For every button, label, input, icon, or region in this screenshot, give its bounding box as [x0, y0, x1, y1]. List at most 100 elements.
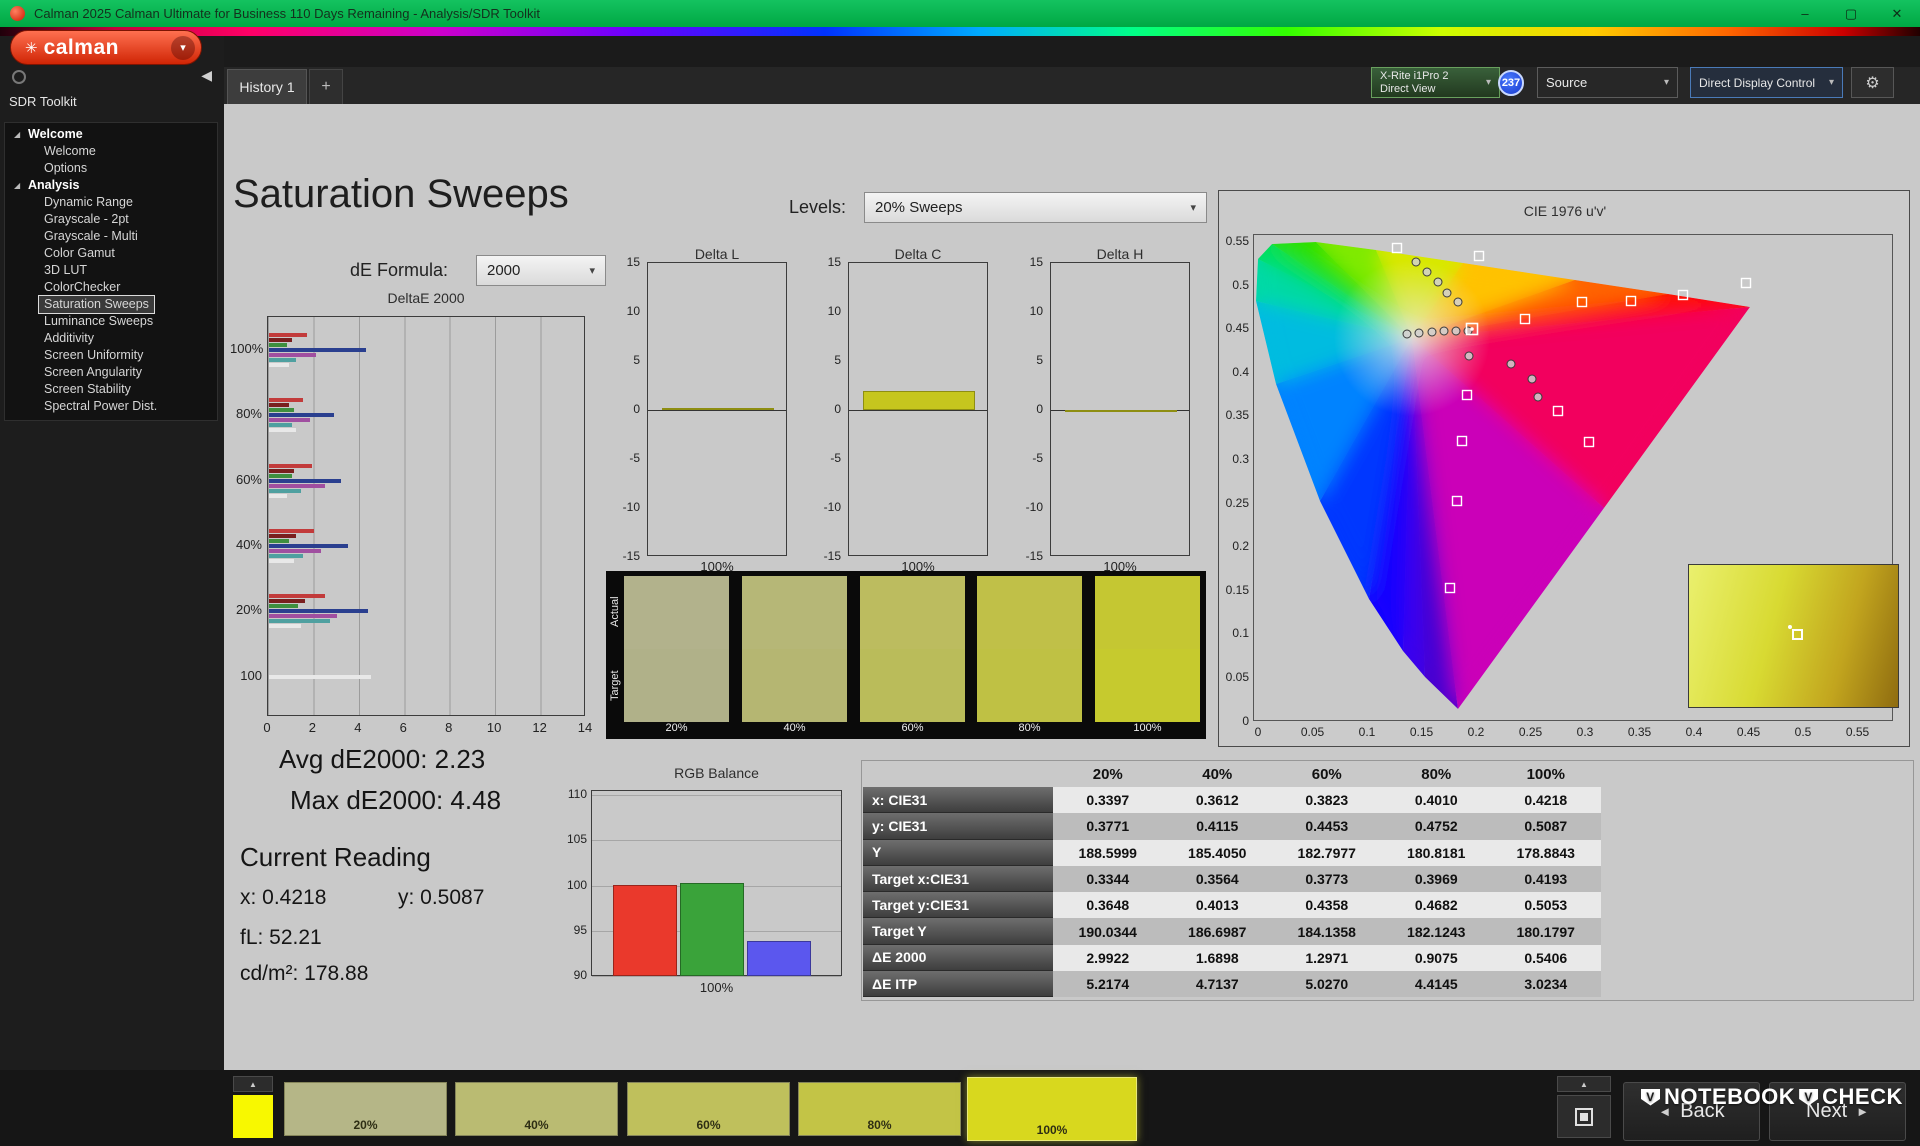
sidebar-item-grayscale-2pt[interactable]: Grayscale - 2pt [5, 211, 217, 228]
caret-up-icon[interactable]: ▲ [1557, 1076, 1611, 1092]
patch-100[interactable]: 100% [967, 1077, 1137, 1141]
tree-group-analysis[interactable]: ◢ Analysis [5, 177, 217, 194]
cie-y-tick: 0.25 [1225, 495, 1249, 510]
swatch-80 [977, 576, 1082, 722]
notebookcheck-watermark: V NOTEBOOK V CHECK [1641, 1084, 1903, 1110]
y-tick: 0 [633, 402, 640, 416]
sidebar-item-screen-stability[interactable]: Screen Stability [5, 381, 217, 398]
table-cell: 184.1358 [1272, 918, 1382, 945]
table-cell: 0.4358 [1272, 892, 1382, 919]
table-row-label: Target Y [863, 918, 1053, 945]
sidebar-item-grayscale-multi[interactable]: Grayscale - Multi [5, 228, 217, 245]
deltae-bar [269, 337, 292, 342]
sidebar-item-3d-lut[interactable]: 3D LUT [5, 262, 217, 279]
rgb-plot [591, 790, 842, 978]
cie-x-tick: 0.1 [1358, 725, 1376, 739]
table-cell: 0.3564 [1162, 865, 1272, 893]
deltae-2000-chart: DeltaE 2000 100% 80% 60% 40% 20% 100 0 2 4 6 8 10 12… [230, 290, 600, 750]
add-tab-button[interactable]: + [309, 69, 343, 104]
table-column-header: 80% [1421, 766, 1452, 783]
meter-count-badge[interactable]: 237 [1498, 70, 1524, 96]
tab-history-1[interactable]: History 1 [227, 69, 307, 104]
delta-plot [1050, 262, 1190, 556]
x-label: 100% [700, 559, 734, 574]
deltae-bar [269, 553, 303, 558]
swatch-40 [742, 576, 847, 722]
table-cell: 180.8181 [1381, 839, 1491, 866]
calman-app-icon [10, 6, 25, 21]
deltae-x-tick: 14 [577, 720, 593, 735]
deltae-row-label: 100% [230, 341, 264, 356]
deltae-bar [269, 538, 290, 543]
table-row-label: y: CIE31 [863, 813, 1053, 840]
rgb-chart-title: RGB Balance [674, 765, 759, 781]
actual-swatch [860, 576, 965, 649]
collapse-sidebar-button[interactable]: ◀ [201, 67, 212, 84]
deltae-bar [269, 412, 335, 417]
sidebar-item-color-gamut[interactable]: Color Gamut [5, 245, 217, 262]
y-tick: -5 [629, 451, 640, 465]
actual-swatch [624, 576, 729, 649]
y-tick: -10 [622, 500, 640, 514]
y-tick: 15 [827, 255, 841, 269]
deltae-bar [269, 402, 290, 407]
display-control-select[interactable]: Direct Display Control ▾ [1690, 67, 1843, 98]
calman-menu-button[interactable]: ✳ calman ▾ [10, 30, 202, 65]
settings-button[interactable]: ⚙ [1851, 67, 1894, 98]
cie-y-tick: 0.3 [1232, 452, 1249, 466]
rgb-x-label: 100% [699, 980, 734, 995]
meter-select[interactable]: X-Rite i1Pro 2 Direct View ▾ [1371, 67, 1500, 98]
maximize-button[interactable]: ▢ [1828, 0, 1874, 27]
sidebar-item-screen-uniformity[interactable]: Screen Uniformity [5, 347, 217, 364]
top-band [0, 36, 1920, 67]
patch-60[interactable]: 60% [627, 1082, 790, 1136]
close-button[interactable]: ✕ [1874, 0, 1920, 27]
x-label: 100% [1103, 559, 1137, 574]
target-swatch [977, 649, 1082, 722]
sidebar-item-screen-angularity[interactable]: Screen Angularity [5, 364, 217, 381]
patch-20[interactable]: 20% [284, 1082, 447, 1136]
measured-marker [1527, 374, 1537, 384]
swatch-comparison-panel: Actual Target 20% 40% 60% 80% 100% [606, 571, 1206, 739]
table-column-header: 20% [1092, 766, 1123, 783]
cie-x-tick: 0.35 [1627, 725, 1652, 739]
deltae-bar [269, 603, 299, 608]
sidebar-tree: ◢ Welcome Welcome Options ◢ Analysis Dynamic R… [4, 122, 218, 421]
cie-x-tick: 0.25 [1518, 725, 1543, 739]
minimize-button[interactable]: – [1782, 0, 1828, 27]
patch-80[interactable]: 80% [798, 1082, 961, 1136]
levels-select[interactable]: 20% Sweeps ▾ [864, 192, 1207, 223]
deltae-bar [269, 427, 297, 432]
swatch-label: 40% [783, 722, 806, 734]
target-swatch [1095, 649, 1200, 722]
source-select[interactable]: Source ▾ [1537, 67, 1678, 98]
status-circle-icon [12, 70, 26, 84]
caret-up-icon[interactable]: ▲ [233, 1076, 273, 1092]
cie-y-tick: 0.2 [1232, 539, 1249, 554]
sidebar-item-options[interactable]: Options [5, 160, 217, 177]
deltae-bar [269, 397, 303, 402]
table-cell: 0.4193 [1491, 865, 1601, 893]
pattern-window-button[interactable] [1557, 1095, 1611, 1138]
deltae-row-label: 60% [235, 472, 262, 487]
y-tick: 10 [626, 304, 640, 318]
target-marker [1740, 277, 1752, 289]
y-tick: 0 [1036, 402, 1043, 416]
sidebar-item-saturation-sweeps[interactable]: Saturation Sweeps [38, 295, 155, 314]
sidebar-item-dynamic-range[interactable]: Dynamic Range [5, 194, 217, 211]
sidebar-item-colorchecker[interactable]: ColorChecker [5, 279, 217, 296]
de-formula-select[interactable]: 2000 ▾ [476, 255, 606, 286]
patch-40[interactable]: 40% [455, 1082, 618, 1136]
sidebar-item-welcome[interactable]: Welcome [5, 143, 217, 160]
sidebar-item-additivity[interactable]: Additivity [5, 330, 217, 347]
window-title: Calman 2025 Calman Ultimate for Business… [34, 6, 541, 21]
patch-label: 80% [867, 1118, 892, 1132]
sidebar-item-luminance-sweeps[interactable]: Luminance Sweeps [5, 313, 217, 330]
measured-marker [1533, 392, 1543, 402]
spectral-locus-fill [1256, 242, 1750, 709]
y-tick: 15 [626, 255, 640, 269]
table-cell: 5.0270 [1272, 971, 1382, 998]
table-cell: 1.2971 [1272, 944, 1382, 972]
sidebar-item-spectral-power-dist[interactable]: Spectral Power Dist. [5, 398, 217, 415]
tree-group-welcome[interactable]: ◢ Welcome [5, 126, 217, 143]
